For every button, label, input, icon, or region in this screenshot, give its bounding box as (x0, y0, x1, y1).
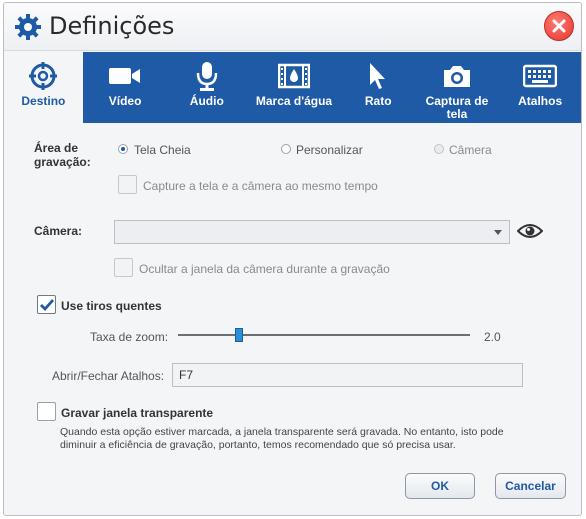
keyboard-icon (523, 64, 558, 88)
hotshots-checkbox[interactable] (37, 295, 56, 314)
cancel-button[interactable]: Cancelar (495, 473, 566, 499)
capture-both-label: Capture a tela e a câmera ao mesmo tempo (143, 179, 378, 193)
radio-full-screen-label: Tela Cheia (134, 143, 191, 157)
tab-label: Rato (364, 94, 392, 108)
shortcut-input[interactable]: F7 (172, 363, 523, 387)
video-camera-icon (109, 68, 141, 84)
mouse-pointer-icon (370, 63, 386, 89)
close-icon (552, 19, 566, 33)
title-bar: Definições (4, 3, 581, 51)
checkmark-icon (40, 299, 55, 312)
camera-label: Câmera: (34, 224, 83, 238)
radio-full-screen[interactable] (118, 144, 128, 154)
tab-audio[interactable]: Áudio (167, 52, 246, 123)
microphone-icon (196, 62, 218, 91)
eye-icon[interactable] (517, 222, 543, 240)
tab-label: Destino (21, 94, 66, 108)
camera-icon (443, 66, 470, 87)
close-button[interactable] (544, 11, 574, 41)
tab-screenshot[interactable]: Captura de tela (415, 52, 500, 123)
tab-label: Captura de tela (425, 94, 489, 121)
radio-camera-label: Câmera (449, 143, 492, 157)
tab-label: Marca d'água (255, 94, 333, 108)
window-title: Definições (49, 12, 175, 40)
tab-shortcuts[interactable]: Atalhos (499, 52, 581, 123)
tab-mouse[interactable]: Rato (342, 52, 415, 123)
ok-button[interactable]: OK (405, 473, 475, 499)
crosshair-icon (29, 62, 58, 90)
transparent-window-label: Gravar janela transparente (61, 406, 214, 420)
tab-label: Atalhos (518, 94, 563, 108)
zoom-value: 2.0 (484, 330, 501, 344)
settings-window: Definições Destino Vídeo Áudio Marca d'á… (3, 2, 582, 516)
zoom-slider-thumb[interactable] (235, 328, 243, 342)
transparent-window-description: Quando esta opção estiver marcada, a jan… (60, 426, 504, 451)
chevron-down-icon (494, 230, 502, 235)
zoom-slider-track[interactable] (178, 334, 470, 336)
tab-watermark[interactable]: Marca d'água (246, 52, 342, 123)
tab-label: Áudio (189, 94, 224, 108)
destination-panel: Área de gravação: Tela Cheia Personaliza… (4, 123, 581, 515)
tab-bar: Destino Vídeo Áudio Marca d'água Rato Ca… (4, 52, 581, 123)
watermark-film-icon (278, 63, 310, 89)
recording-area-label: Área de gravação: (34, 141, 91, 169)
camera-select[interactable] (114, 220, 510, 244)
radio-custom-label: Personalizar (296, 143, 363, 157)
hide-camera-window-label: Ocultar a janela da câmera durante a gra… (139, 262, 390, 276)
tab-label: Vídeo (108, 94, 142, 108)
radio-custom[interactable] (281, 144, 291, 154)
hotshots-label: Use tiros quentes (61, 299, 162, 313)
shortcut-label: Abrir/Fechar Atalhos: (52, 369, 165, 383)
tab-video[interactable]: Vídeo (83, 52, 168, 123)
capture-both-checkbox[interactable] (118, 175, 137, 194)
tab-destino[interactable]: Destino (4, 52, 83, 123)
zoom-label: Taxa de zoom: (90, 330, 169, 344)
gear-icon (15, 14, 41, 40)
hide-camera-window-checkbox[interactable] (114, 258, 133, 277)
radio-camera[interactable] (434, 144, 444, 154)
transparent-window-checkbox[interactable] (37, 402, 56, 421)
